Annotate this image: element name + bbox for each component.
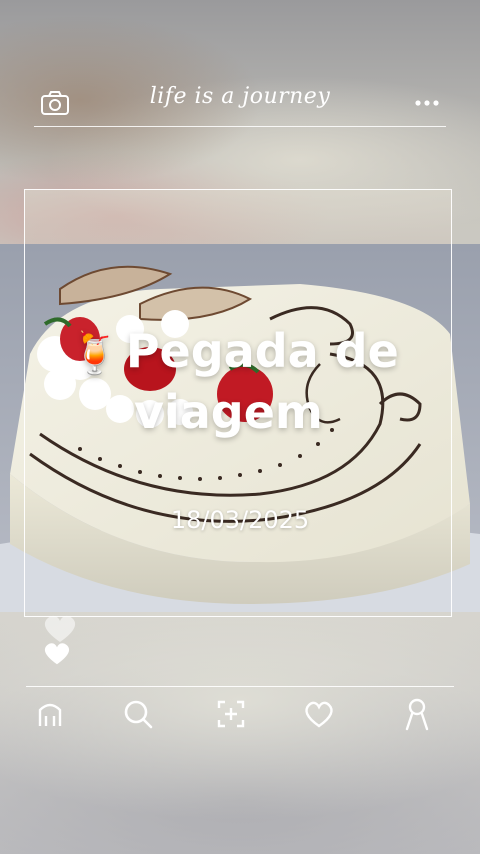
nav-likes[interactable] <box>299 698 339 734</box>
profile-icon <box>401 697 433 735</box>
nav-home[interactable] <box>30 698 70 734</box>
top-bar: life is a journey <box>0 84 480 124</box>
camera-icon[interactable] <box>38 88 72 118</box>
nav-divider <box>26 686 454 687</box>
heart-filled-icon[interactable] <box>41 640 73 670</box>
nav-profile[interactable] <box>397 698 437 734</box>
post-title-line1: Pegada de <box>125 324 399 378</box>
bottom-nav <box>0 698 480 736</box>
home-icon <box>34 698 66 734</box>
search-icon <box>121 697 155 735</box>
nav-add[interactable] <box>211 698 251 734</box>
app-title: life is a journey <box>149 84 331 109</box>
add-post-icon <box>215 698 247 734</box>
heart-icon <box>302 699 336 733</box>
nav-search[interactable] <box>118 698 158 734</box>
reactions <box>38 612 82 670</box>
post-date: 18/03/2025 <box>170 506 310 534</box>
more-dots-icon[interactable] <box>412 94 446 106</box>
drink-emoji-icon: 🍹 <box>70 331 120 377</box>
post-title-line2: viagem <box>134 385 323 439</box>
header-divider <box>34 126 446 127</box>
post-title: 🍹 Pegada de viagem <box>70 322 450 441</box>
